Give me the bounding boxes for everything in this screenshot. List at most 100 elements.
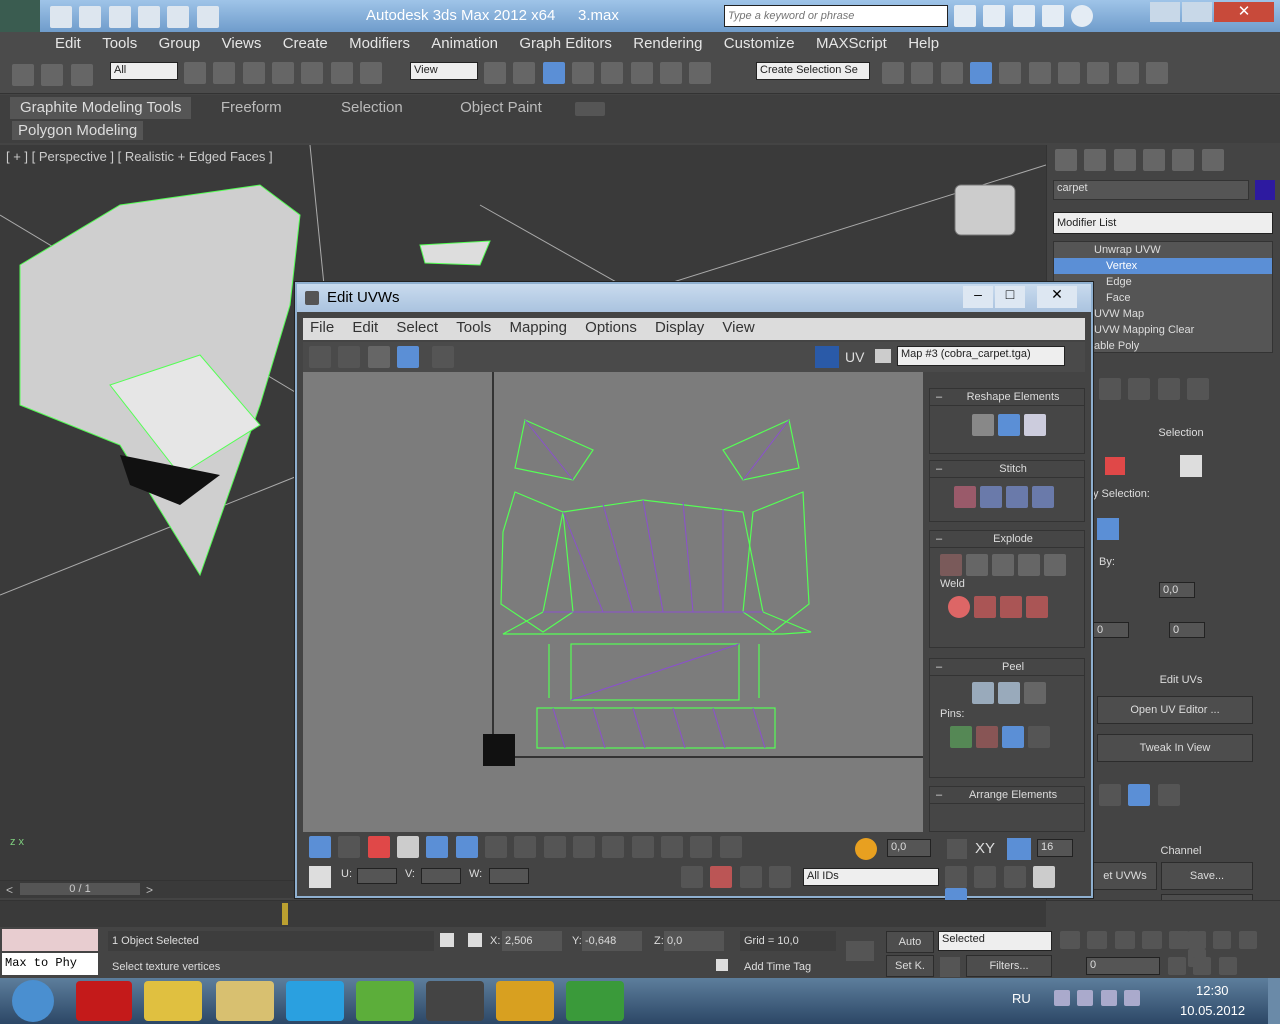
ribbon-options-icon[interactable] xyxy=(575,101,606,116)
menu-create[interactable]: Create xyxy=(274,32,337,55)
shrink-selection-icon[interactable] xyxy=(455,836,478,858)
display-tab-icon[interactable] xyxy=(1172,149,1195,171)
menu-rendering[interactable]: Rendering xyxy=(624,32,711,55)
unpin-icon[interactable] xyxy=(976,726,998,748)
edge-mode-icon[interactable] xyxy=(338,836,361,858)
light-icon[interactable] xyxy=(739,866,762,888)
action-center-icon[interactable] xyxy=(1077,990,1094,1006)
loop-shrink-icon[interactable] xyxy=(631,836,654,858)
menu-graph-editors[interactable]: Graph Editors xyxy=(510,32,621,55)
menu-edit[interactable]: Edit xyxy=(46,32,90,55)
start-button-icon[interactable] xyxy=(12,980,54,1022)
pan-icon[interactable] xyxy=(945,866,967,888)
arrange-elements-title[interactable]: Arrange Elements xyxy=(930,787,1084,804)
time-tag-icon[interactable] xyxy=(716,959,728,971)
maxscript-listener-pink[interactable] xyxy=(2,929,98,951)
pin-stack-icon[interactable] xyxy=(1099,378,1121,400)
bind-spacewarp-icon[interactable] xyxy=(70,64,93,86)
stitch-average-icon[interactable] xyxy=(1006,486,1028,508)
freeze-icon[interactable] xyxy=(769,866,792,888)
uv-freeform-icon[interactable] xyxy=(397,346,420,368)
quick-peel-icon[interactable] xyxy=(972,682,994,704)
graphite-toggle-icon[interactable] xyxy=(970,62,993,84)
element-select-icon[interactable] xyxy=(1180,455,1202,477)
star-icon[interactable] xyxy=(1042,5,1065,27)
show-end-result-icon[interactable] xyxy=(1128,378,1151,400)
edit-uvs-rollout-title[interactable]: Edit UVs xyxy=(1093,674,1269,686)
peel-title[interactable]: Peel xyxy=(930,659,1084,676)
default-tangent-icon[interactable] xyxy=(940,957,960,977)
uv-mirror-icon[interactable] xyxy=(432,346,455,368)
save-icon[interactable] xyxy=(108,6,131,28)
undo-icon[interactable] xyxy=(138,6,161,28)
uv-canvas[interactable] xyxy=(303,372,923,832)
filezilla-icon[interactable] xyxy=(496,981,554,1021)
app-logo-icon[interactable] xyxy=(0,0,40,32)
key-filter-dropdown[interactable]: Selected xyxy=(938,931,1052,951)
uv-window-titlebar[interactable]: Edit UVWs – □ ✕ xyxy=(297,284,1091,312)
align-icon[interactable] xyxy=(911,62,934,84)
render-setup-icon[interactable] xyxy=(1087,62,1110,84)
grid-size-spinner[interactable]: 16 xyxy=(1037,839,1073,857)
ids-dropdown[interactable]: All IDs xyxy=(803,868,939,886)
paint-select-icon[interactable] xyxy=(661,836,684,858)
maximize-viewport-icon[interactable] xyxy=(1218,957,1237,975)
detach-icon[interactable] xyxy=(966,554,988,576)
ring-grow-icon[interactable] xyxy=(514,836,537,858)
create-tab-icon[interactable] xyxy=(1055,149,1077,171)
minimize-button[interactable] xyxy=(1150,2,1180,22)
weld-split-icon[interactable] xyxy=(1000,596,1022,618)
clock-time[interactable]: 12:30 xyxy=(1196,983,1229,998)
chrome-icon[interactable] xyxy=(144,981,202,1021)
make-unique-icon[interactable] xyxy=(1157,378,1180,400)
uv-options-icon[interactable] xyxy=(875,349,891,363)
straighten-icon[interactable] xyxy=(972,414,994,436)
maxscript-mini-listener[interactable]: Max to Phy xyxy=(2,953,98,975)
binoculars-icon[interactable] xyxy=(954,5,976,27)
selection-filter-dropdown[interactable]: All xyxy=(110,62,178,80)
uv-menu-edit[interactable]: Edit xyxy=(345,318,385,337)
loop-grow-icon[interactable] xyxy=(602,836,625,858)
key-filters-button[interactable]: Filters... xyxy=(966,955,1052,977)
absolute-mode-icon[interactable] xyxy=(309,866,331,888)
render-production-icon[interactable] xyxy=(1146,62,1169,84)
weld-pair-icon[interactable] xyxy=(1026,596,1048,618)
grid-snap-icon[interactable] xyxy=(1007,838,1031,860)
explode-sphere-icon[interactable] xyxy=(1018,554,1040,576)
set-key-icon[interactable] xyxy=(846,941,874,961)
new-file-icon[interactable] xyxy=(50,6,72,28)
percent-snap-icon[interactable] xyxy=(630,62,653,84)
motion-tab-icon[interactable] xyxy=(1143,149,1166,171)
layer-manager-icon[interactable] xyxy=(940,62,963,84)
rect-selection-icon[interactable] xyxy=(242,62,265,84)
close-x-icon[interactable] xyxy=(1157,784,1180,806)
add-time-tag[interactable]: Add Time Tag xyxy=(740,957,836,977)
quick-map-icon[interactable] xyxy=(1128,784,1151,806)
skype-icon[interactable] xyxy=(286,981,344,1021)
lock-icon[interactable] xyxy=(440,933,454,947)
uv-maximize-button[interactable]: □ xyxy=(995,286,1025,308)
hierarchy-tab-icon[interactable] xyxy=(1113,149,1136,171)
rendered-frame-icon[interactable] xyxy=(1116,62,1139,84)
schematic-view-icon[interactable] xyxy=(1028,62,1051,84)
break-icon[interactable] xyxy=(940,554,962,576)
loop-icon[interactable] xyxy=(573,836,596,858)
menu-animation[interactable]: Animation xyxy=(422,32,507,55)
face-mode-icon[interactable] xyxy=(367,836,390,858)
hide-icon[interactable] xyxy=(710,866,733,888)
element-mode-icon[interactable] xyxy=(397,836,420,858)
clock-date[interactable]: 10.05.2012 xyxy=(1180,1003,1245,1018)
stitch-title[interactable]: Stitch xyxy=(930,461,1084,478)
zoom-region-icon[interactable] xyxy=(1003,866,1026,888)
scale-icon[interactable] xyxy=(360,62,383,84)
save-uvs-button[interactable]: Save... xyxy=(1161,862,1253,890)
falloff-spinner[interactable]: 0,0 xyxy=(887,839,931,857)
select-by-name-icon[interactable] xyxy=(213,62,236,84)
snaps-3d-icon[interactable] xyxy=(572,62,595,84)
uv-menu-file[interactable]: File xyxy=(303,318,341,337)
project-folder-icon[interactable] xyxy=(196,6,219,28)
utorrent-icon[interactable] xyxy=(566,981,624,1021)
object-name-field[interactable]: carpet xyxy=(1053,180,1249,200)
menu-help[interactable]: Help xyxy=(899,32,948,55)
satellite-icon[interactable] xyxy=(1012,5,1035,27)
